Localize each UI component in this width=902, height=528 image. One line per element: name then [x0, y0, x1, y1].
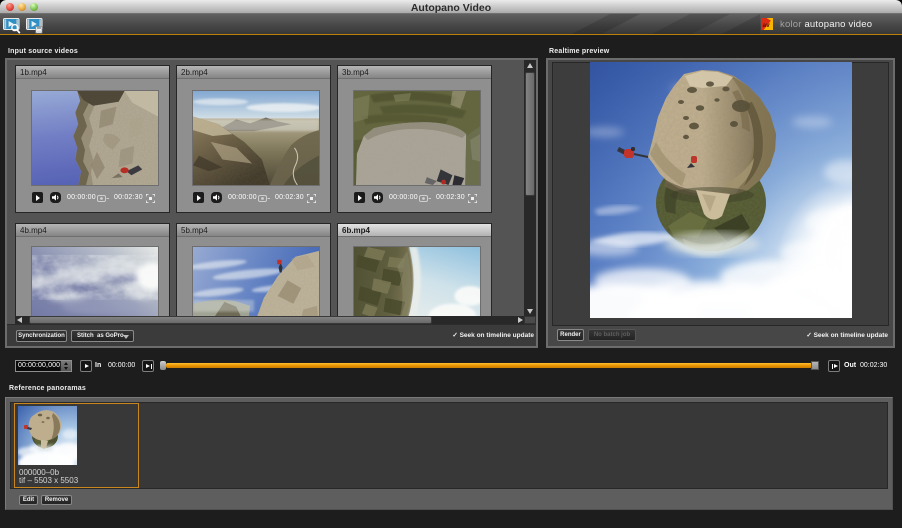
svg-text:av: av [763, 22, 771, 29]
